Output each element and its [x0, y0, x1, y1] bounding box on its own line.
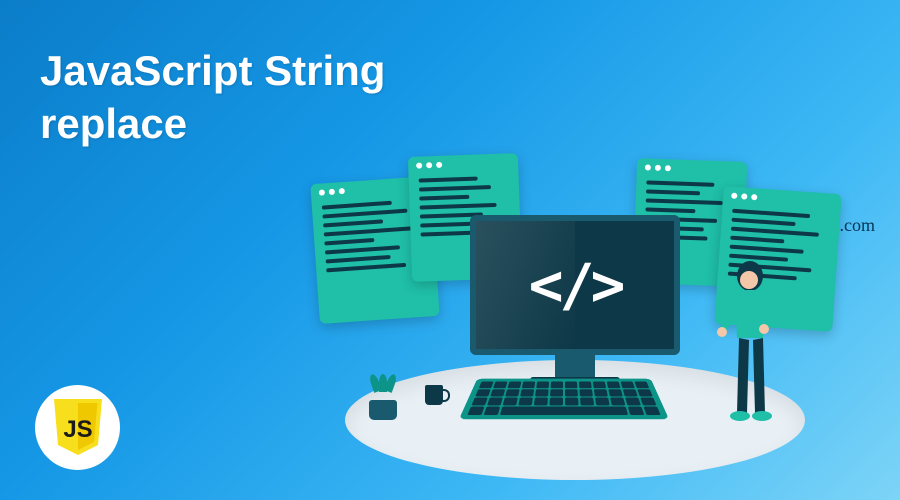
javascript-logo: JS [35, 385, 120, 470]
js-logo-text: JS [63, 416, 92, 443]
keyboard-icon [459, 379, 669, 420]
title-line-1: JavaScript String [40, 47, 385, 94]
monitor-icon: </> [470, 215, 680, 390]
hero-banner: JavaScript String replace www.educba.com… [0, 0, 900, 500]
title-line-2: replace [40, 100, 187, 147]
hero-illustration: </> [305, 100, 845, 480]
person-icon [715, 258, 790, 428]
js-shield-icon: JS [50, 397, 106, 459]
monitor-screen: </> [470, 215, 680, 355]
monitor-stand [555, 355, 595, 377]
code-bracket-icon: </> [529, 251, 622, 319]
plant-icon [365, 372, 401, 420]
coffee-mug-icon [425, 385, 443, 405]
